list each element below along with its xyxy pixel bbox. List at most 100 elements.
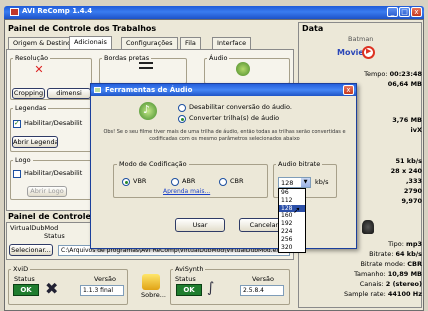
lower-panel-title: Painel de Controle d — [8, 212, 100, 221]
data-row-tipo: Tipo: mp3 — [388, 240, 422, 248]
play-icon[interactable]: ▶ — [362, 46, 375, 59]
tab-origem-destino[interactable]: Origem & Destino — [8, 37, 77, 49]
xvid-status-ok: OK — [13, 284, 39, 296]
bitrate-select-value: 128 — [281, 179, 294, 187]
group-label-legendas: Legendas — [13, 104, 49, 112]
data-row-aspect: ,333 — [406, 177, 422, 185]
black-borders-icon-line — [139, 67, 153, 69]
avisynth-status-label: Status — [175, 275, 196, 283]
radio-vbr-label: VBR — [133, 177, 147, 185]
dimension-button[interactable]: dimensi — [47, 88, 91, 99]
bitrate-option[interactable]: 192 — [279, 220, 305, 228]
data-row-value: 28 x 240 — [390, 167, 422, 175]
audio-icon[interactable] — [236, 62, 250, 76]
bitrate-dropdown-list[interactable]: 96 112 128 160 192 224 256 320 — [278, 188, 306, 253]
mouse-cursor-icon: ➚ — [293, 206, 301, 216]
xvid-version-label: Versão — [94, 275, 116, 283]
abrir-logo-button[interactable]: Abrir Logo — [27, 186, 67, 197]
data-row-value: 06,64 MB — [387, 80, 422, 88]
bitrate-option[interactable]: 96 — [279, 189, 305, 197]
audio-note-icon: ♪ — [139, 102, 157, 120]
chevron-down-icon[interactable]: ▼ — [301, 178, 310, 187]
black-borders-icon — [139, 62, 153, 64]
radio-convert-audio[interactable] — [178, 115, 186, 123]
data-row-tempo: Tempo: 00:23:48 — [364, 70, 422, 78]
bitrate-select[interactable]: 128 ▼ — [278, 177, 311, 188]
bitrate-option[interactable]: 256 — [279, 236, 305, 244]
group-label-audio: Áudio — [207, 54, 230, 62]
sobre-label[interactable]: Sobre... — [141, 291, 166, 299]
bitrate-option[interactable]: 320 — [279, 244, 305, 252]
data-row-label: Sample rate: — [343, 290, 386, 298]
data-row-value: ivX — [410, 126, 422, 134]
cropping-button[interactable]: Cropping — [12, 88, 45, 99]
speaker-icon — [362, 220, 374, 234]
tab-interface[interactable]: Interface — [212, 37, 252, 49]
radio-disable-audio[interactable] — [178, 104, 186, 112]
legendas-checkbox[interactable]: ✓ — [13, 119, 21, 128]
group-label-logo: Logo — [13, 156, 33, 164]
tab-fila[interactable]: Fila — [180, 37, 201, 49]
resize-icon: ✕ — [34, 63, 44, 76]
learn-more-link[interactable]: Aprenda mais... — [163, 188, 210, 195]
virtualdub-status-label: Status — [44, 232, 65, 240]
bitrate-option-selected[interactable]: 128 — [279, 204, 305, 213]
data-row-label: Tempo: — [364, 70, 388, 78]
selecionar-button[interactable]: Selecionar... — [9, 244, 53, 256]
usar-button[interactable]: Usar — [175, 218, 225, 232]
data-row-size: 06,64 MB — [388, 80, 422, 88]
data-row-sample-rate: Sample rate: 44100 Hz — [344, 290, 422, 298]
abrir-legenda-button[interactable]: Abrir Legenda — [12, 136, 58, 148]
group-label-bordas: Bordas pretas — [102, 54, 152, 62]
dialog-note: Obs! Se o seu filme tiver mais de uma tr… — [103, 129, 346, 142]
data-row-value: 2790 — [403, 187, 422, 195]
avisynth-status-ok: OK — [176, 284, 202, 296]
radio-convert-audio-label: Converter trilha(s) de áudio — [189, 114, 280, 122]
radio-cbr[interactable] — [219, 178, 227, 186]
data-row-video-size: 3,76 MB — [392, 116, 422, 124]
close-button[interactable]: x — [411, 7, 422, 17]
main-titlebar: AVI ReComp 1.4.4 _ □ x — [4, 6, 424, 19]
dialog-titlebar: Ferramentas de Áudio — [91, 84, 356, 96]
movie-label: Movie — [337, 48, 364, 57]
data-row-codec: ivX — [411, 126, 422, 134]
radio-vbr[interactable] — [122, 178, 130, 186]
data-row-resolution: 28 x 240 — [391, 167, 422, 175]
logo-checkbox-label: Habilitar/Desabilit — [24, 169, 83, 177]
radio-disable-audio-label: Desabilitar conversão do áudio. — [189, 103, 292, 111]
radio-abr[interactable] — [171, 178, 179, 186]
bitrate-option[interactable]: 224 — [279, 228, 305, 236]
dialog-close-button[interactable]: x — [343, 85, 354, 95]
data-row-value: 10,89 MB — [387, 270, 422, 278]
avisynth-name: AviSynth — [173, 265, 206, 273]
xvid-name: XviD — [11, 265, 31, 273]
data-row-value: CBR — [407, 260, 422, 268]
app-icon — [10, 8, 19, 16]
dialog-app-icon — [94, 87, 101, 93]
film-title: Batman — [348, 35, 374, 43]
avisynth-version-label: Versão — [252, 275, 274, 283]
logo-checkbox[interactable] — [13, 170, 21, 178]
avisynth-logo-icon: ∫ — [207, 280, 215, 296]
bitrate-option[interactable]: 160 — [279, 212, 305, 220]
xvid-status-label: Status — [14, 275, 35, 283]
data-row-fps: 9,970 — [401, 197, 422, 205]
tab-configuracoes[interactable]: Configurações — [121, 37, 178, 49]
data-row-value: 64 kb/s — [395, 250, 422, 258]
data-row-value: 2 (stereo) — [385, 280, 422, 288]
data-row-value: 9,970 — [401, 197, 422, 205]
data-row-value: 00:23:48 — [389, 70, 422, 78]
sobre-icon[interactable] — [142, 274, 160, 290]
data-row-bitrate-mode: Bitrate mode: CBR — [360, 260, 422, 268]
minimize-button[interactable]: _ — [387, 7, 398, 17]
xvid-version: 1.1.3 final — [80, 285, 124, 296]
tab-adicionais[interactable]: Adicionais — [69, 36, 112, 49]
bitrate-option[interactable]: 112 — [279, 197, 305, 205]
group-label-encoding-mode: Modo de Codificação — [117, 160, 189, 168]
data-row-frames: 2790 — [404, 187, 422, 195]
data-row-value: 44100 Hz — [387, 290, 422, 298]
data-row-label: Canais: — [359, 280, 384, 288]
maximize-button[interactable]: □ — [399, 7, 410, 17]
data-row-value: mp3 — [406, 240, 422, 248]
radio-cbr-label: CBR — [230, 177, 244, 185]
